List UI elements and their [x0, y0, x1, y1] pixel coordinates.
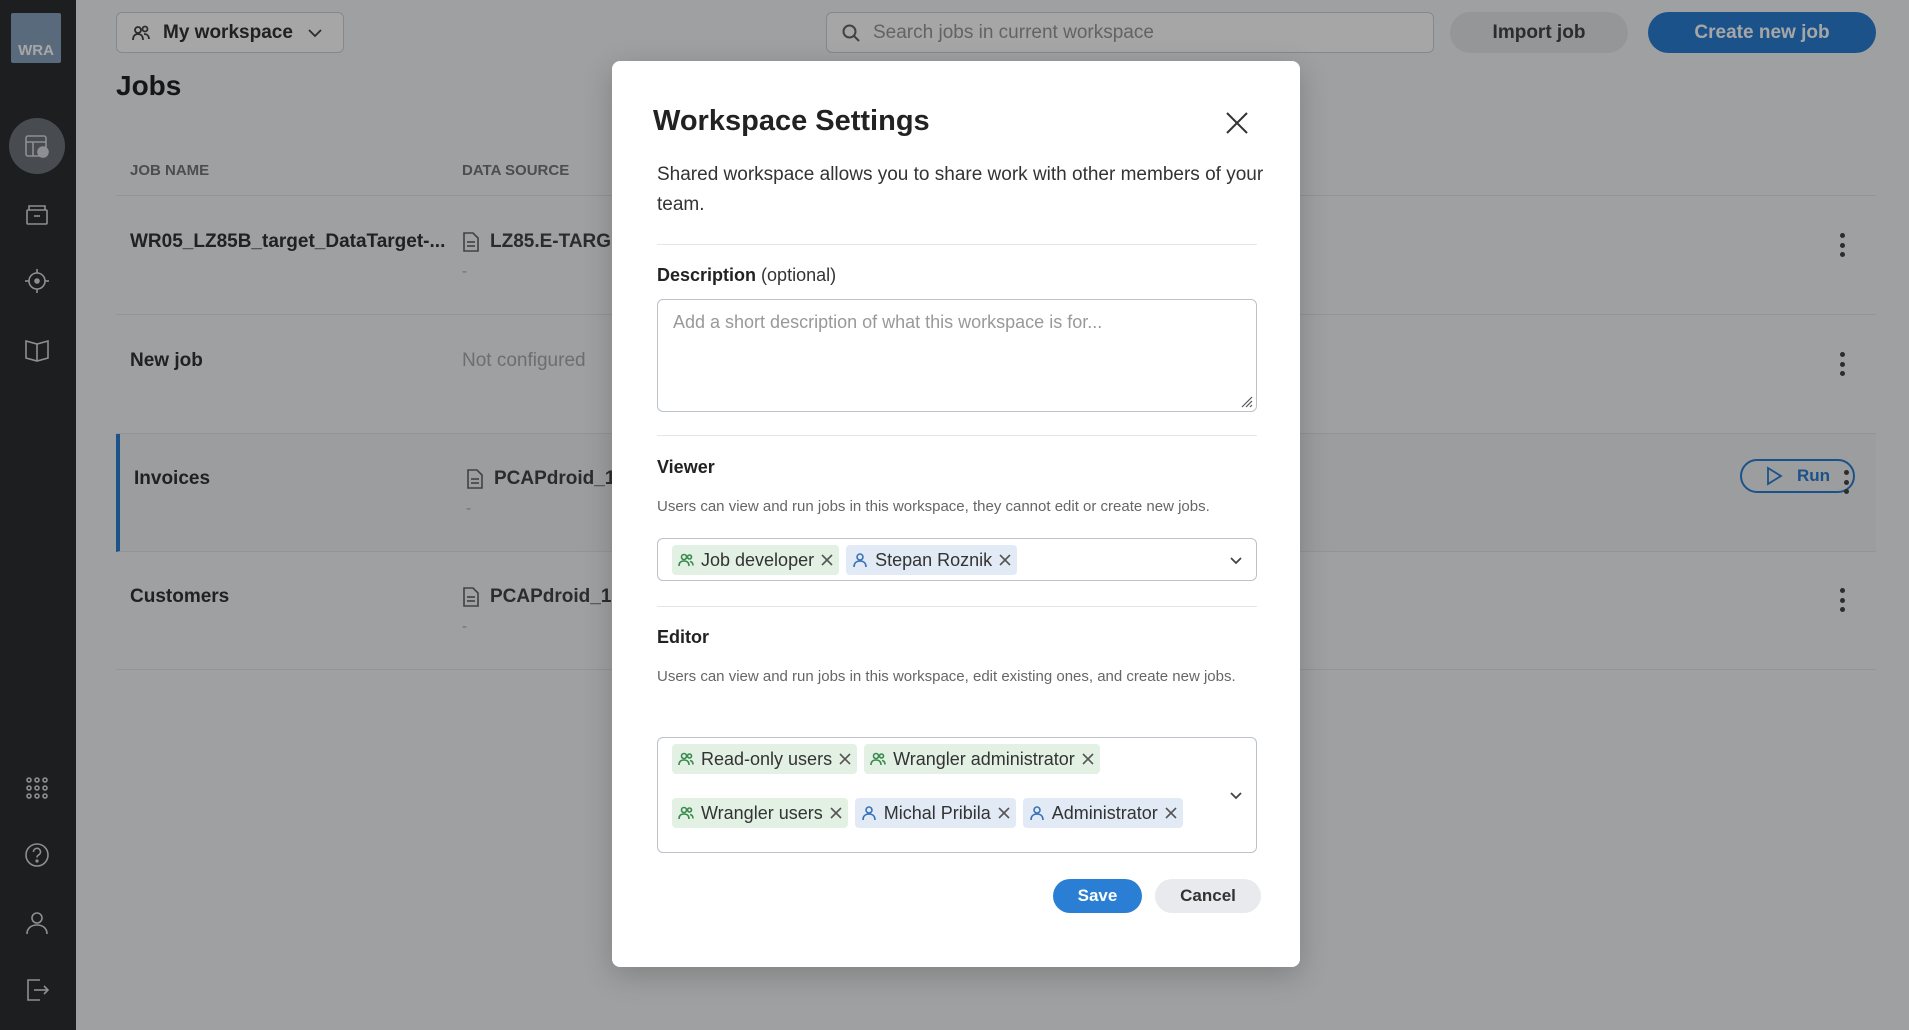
chip: Michal Pribila — [854, 798, 1016, 828]
divider — [657, 606, 1257, 607]
group-icon — [870, 752, 886, 766]
divider — [657, 435, 1257, 436]
chip-label: Read-only users — [701, 748, 833, 769]
chip-label: Job developer — [701, 549, 815, 570]
viewer-help: Users can view and run jobs in this work… — [657, 498, 1210, 515]
remove-chip-icon[interactable] — [1165, 807, 1177, 819]
workspace-settings-dialog: Workspace Settings Shared workspace allo… — [612, 61, 1300, 967]
group-icon — [678, 806, 694, 820]
chip-label: Wrangler users — [701, 802, 823, 823]
editor-help: Users can view and run jobs in this work… — [657, 668, 1236, 685]
group-icon — [678, 553, 694, 567]
remove-chip-icon[interactable] — [839, 753, 851, 765]
chevron-down-icon[interactable] — [1228, 787, 1244, 803]
divider — [657, 244, 1257, 245]
remove-chip-icon[interactable] — [821, 554, 833, 566]
remove-chip-icon[interactable] — [998, 807, 1010, 819]
dialog-title: Workspace Settings — [653, 105, 930, 137]
close-button[interactable] — [1224, 110, 1250, 136]
close-icon — [1226, 112, 1248, 134]
description-field[interactable]: Add a short description of what this wor… — [657, 299, 1257, 412]
dialog-intro: Shared workspace allows you to share wor… — [657, 164, 1264, 215]
cancel-button[interactable]: Cancel — [1155, 879, 1261, 913]
chip: Wrangler users — [672, 798, 848, 828]
remove-chip-icon[interactable] — [1082, 753, 1094, 765]
chip: Administrator — [1022, 798, 1183, 828]
user-icon — [853, 553, 867, 568]
description-placeholder: Add a short description of what this wor… — [673, 312, 1103, 332]
save-button[interactable]: Save — [1053, 879, 1142, 913]
description-label: Description (optional) — [657, 265, 836, 286]
description-label-text: Description — [657, 265, 757, 285]
chevron-down-icon[interactable] — [1228, 552, 1244, 568]
chip-label: Wrangler administrator — [893, 748, 1075, 769]
user-icon — [1029, 806, 1044, 821]
chip-label: Michal Pribila — [883, 802, 991, 823]
chip: Stepan Roznik — [846, 545, 1018, 575]
viewer-select[interactable]: Job developer Stepan Roznik — [657, 538, 1257, 581]
remove-chip-icon[interactable] — [999, 554, 1011, 566]
chip-label: Stepan Roznik — [875, 549, 993, 570]
resize-handle-icon[interactable] — [1239, 394, 1253, 408]
chip: Read-only users — [672, 744, 858, 774]
editor-label: Editor — [657, 627, 709, 647]
user-icon — [861, 806, 876, 821]
editor-select[interactable]: Read-only users Wrangler administrator W… — [657, 737, 1257, 853]
description-optional: (optional) — [761, 265, 837, 285]
remove-chip-icon[interactable] — [830, 807, 842, 819]
chip-label: Administrator — [1051, 802, 1158, 823]
chip: Wrangler administrator — [864, 744, 1100, 774]
viewer-label: Viewer — [657, 457, 715, 477]
group-icon — [678, 752, 694, 766]
chip: Job developer — [672, 545, 840, 575]
